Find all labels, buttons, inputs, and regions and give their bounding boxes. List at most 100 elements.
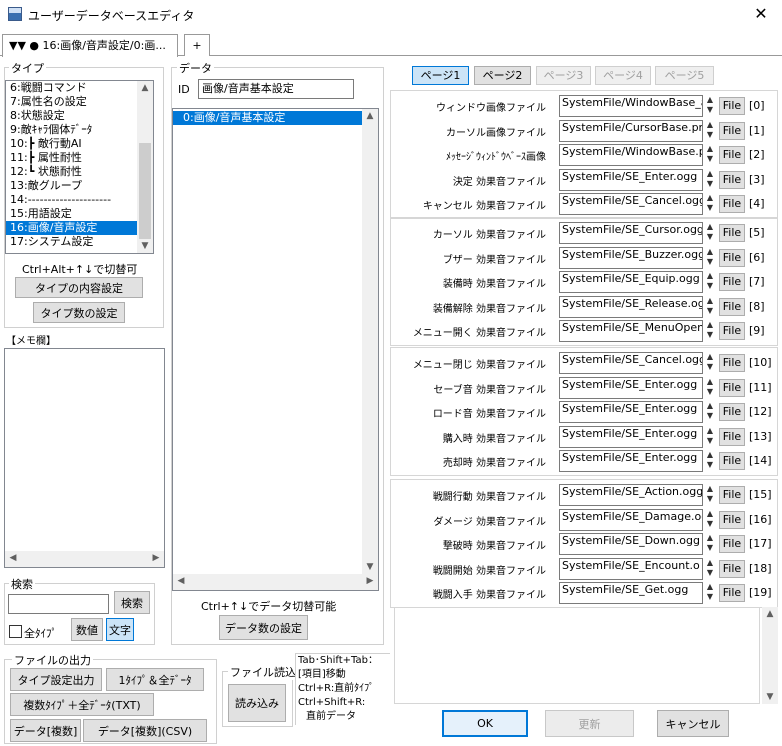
multi-type-all-data-txt-button[interactable]: 複数ﾀｲﾌﾟ＋全ﾃﾞｰﾀ(TXT) [10, 693, 154, 716]
type-list-item[interactable]: 15:用語設定 [6, 207, 137, 221]
file-browse-button[interactable]: File [719, 510, 745, 529]
field-value-input[interactable]: SystemFile/SE_Enter.ogg [559, 450, 703, 473]
data-multi-button[interactable]: データ[複数] [10, 719, 81, 742]
close-icon[interactable]: ✕ [748, 3, 774, 25]
field-value-input[interactable]: SystemFile/SE_Action.ogg [559, 484, 703, 506]
type-list-item[interactable]: 7:属性名の設定 [6, 95, 137, 109]
type-list[interactable]: 6:戦闘コマンド 7:属性名の設定 8:状態設定 9:敵ｷｬﾗ個体ﾃﾞｰﾀ 10:┣ 敵… [5, 80, 154, 254]
page-tab-3[interactable]: ページ3 [536, 66, 591, 85]
all-types-checkbox[interactable] [9, 625, 22, 638]
data-list-scrollbar[interactable]: ▲ ▼ [362, 109, 378, 574]
field-value-input[interactable]: SystemFile/WindowBase.p [559, 144, 703, 167]
spin-updown-icon[interactable]: ▲ ▼ [703, 193, 717, 215]
search-button[interactable]: 検索 [114, 591, 150, 614]
memo-textarea[interactable]: ◀ ▶ [4, 348, 165, 568]
scroll-left-icon[interactable]: ◀ [173, 576, 189, 586]
scroll-thumb[interactable] [139, 143, 151, 239]
field-value-input[interactable]: SystemFile/SE_Enter.ogg [559, 376, 703, 399]
file-browse-button[interactable]: File [719, 535, 745, 554]
field-value-input[interactable]: SystemFile/SE_Cancel.ogg [559, 352, 703, 374]
field-value-input[interactable]: SystemFile/SE_Equip.ogg [559, 271, 703, 294]
add-tab-button[interactable]: + [184, 34, 210, 56]
field-value-input[interactable]: SystemFile/SE_Cancel.ogg [559, 193, 703, 216]
spin-updown-icon[interactable]: ▲ ▼ [703, 296, 717, 318]
field-value-input[interactable]: SystemFile/SE_Enter.ogg [559, 401, 703, 424]
search-input[interactable] [8, 594, 109, 614]
spin-updown-icon[interactable]: ▲ ▼ [703, 450, 717, 472]
type-list-item[interactable]: 9:敵ｷｬﾗ個体ﾃﾞｰﾀ [6, 123, 137, 137]
spin-updown-icon[interactable]: ▲ ▼ [703, 144, 717, 166]
type-list-item[interactable]: 12:┗ 状態耐性 [6, 165, 137, 179]
type-count-settings-button[interactable]: タイプ数の設定 [33, 302, 125, 323]
spin-updown-icon[interactable]: ▲ ▼ [703, 582, 717, 604]
page-tab-5[interactable]: ページ5 [655, 66, 714, 85]
tab-current[interactable]: ▼▼ ● 16:画像/音声設定/0:画... [2, 34, 178, 57]
data-name-input[interactable]: 画像/音声基本設定 [198, 79, 354, 99]
file-browse-button[interactable]: File [719, 97, 745, 115]
type-list-item[interactable]: 13:敵グループ [6, 179, 137, 193]
description-scrollbar[interactable]: ▲ ▼ [762, 607, 778, 704]
scroll-right-icon[interactable]: ▶ [148, 553, 164, 563]
field-value-input[interactable]: SystemFile/SE_Enter.ogg [559, 168, 703, 191]
page-tab-4[interactable]: ページ4 [595, 66, 651, 85]
file-browse-button[interactable]: File [719, 121, 745, 140]
memo-horizontal-scrollbar[interactable]: ◀ ▶ [5, 551, 164, 567]
field-value-input[interactable]: SystemFile/SE_Enter.ogg [559, 425, 703, 448]
file-browse-button[interactable]: File [719, 146, 745, 165]
type-list-item[interactable]: 16:画像/音声設定 [6, 221, 137, 235]
type-settings-output-button[interactable]: タイプ設定出力 [10, 668, 102, 691]
text-search-button[interactable]: 文字 [106, 618, 134, 641]
spin-updown-icon[interactable]: ▲ ▼ [703, 377, 717, 399]
type-list-item[interactable]: 8:状態設定 [6, 109, 137, 123]
ok-button[interactable]: OK [442, 710, 528, 737]
file-browse-button[interactable]: File [719, 486, 745, 504]
scroll-up-icon[interactable]: ▲ [362, 111, 378, 121]
field-value-input[interactable]: SystemFile/SE_Get.ogg [559, 582, 703, 605]
spin-updown-icon[interactable]: ▲ ▼ [703, 320, 717, 342]
data-list-item[interactable]: 0:画像/音声基本設定 [173, 111, 362, 125]
field-value-input[interactable]: SystemFile/SE_Buzzer.ogg [559, 246, 703, 269]
scroll-down-icon[interactable]: ▼ [362, 562, 378, 572]
file-browse-button[interactable]: File [719, 427, 745, 446]
file-browse-button[interactable]: File [719, 403, 745, 422]
scroll-down-icon[interactable]: ▼ [762, 692, 778, 702]
spin-updown-icon[interactable]: ▲ ▼ [703, 247, 717, 269]
spin-updown-icon[interactable]: ▲ ▼ [703, 352, 717, 374]
field-value-input[interactable]: SystemFile/SE_Cursor.ogg [559, 222, 703, 244]
spin-updown-icon[interactable]: ▲ ▼ [703, 222, 717, 244]
scroll-down-icon[interactable]: ▼ [137, 241, 153, 251]
spin-updown-icon[interactable]: ▲ ▼ [703, 169, 717, 191]
file-browse-button[interactable]: File [719, 322, 745, 341]
scroll-left-icon[interactable]: ◀ [5, 553, 21, 563]
spin-updown-icon[interactable]: ▲ ▼ [703, 426, 717, 448]
spin-updown-icon[interactable]: ▲ ▼ [703, 271, 717, 293]
type-list-item[interactable]: 6:戦闘コマンド [6, 81, 137, 95]
file-browse-button[interactable]: File [719, 170, 745, 189]
scroll-up-icon[interactable]: ▲ [137, 83, 153, 93]
file-browse-button[interactable]: File [719, 297, 745, 316]
type-list-item[interactable]: 11:┣ 属性耐性 [6, 151, 137, 165]
type-list-item[interactable]: 14:--------------------- [6, 193, 137, 207]
numeric-search-button[interactable]: 数値 [71, 618, 103, 641]
page-tab-2[interactable]: ページ2 [474, 66, 531, 85]
file-browse-button[interactable]: File [719, 378, 745, 397]
file-browse-button[interactable]: File [719, 584, 745, 603]
page-tab-1[interactable]: ページ1 [412, 66, 469, 85]
file-browse-button[interactable]: File [719, 195, 745, 214]
file-browse-button[interactable]: File [719, 224, 745, 242]
field-value-input[interactable]: SystemFile/SE_Release.og [559, 295, 703, 318]
scroll-up-icon[interactable]: ▲ [762, 609, 778, 619]
cancel-button[interactable]: キャンセル [657, 710, 729, 737]
spin-updown-icon[interactable]: ▲ ▼ [703, 484, 717, 506]
spin-updown-icon[interactable]: ▲ ▼ [703, 509, 717, 531]
data-list-horizontal-scrollbar[interactable]: ◀ ▶ [173, 574, 378, 590]
type-list-scrollbar[interactable]: ▲ ▼ [137, 81, 153, 253]
file-browse-button[interactable]: File [719, 452, 745, 471]
file-browse-button[interactable]: File [719, 559, 745, 578]
data-multi-csv-button[interactable]: データ[複数](CSV) [83, 719, 207, 742]
data-list[interactable]: 0:画像/音声基本設定 ▲ ▼ ◀ ▶ [172, 108, 379, 591]
field-value-input[interactable]: SystemFile/SE_MenuOpen [559, 320, 703, 343]
type-content-settings-button[interactable]: タイプの内容設定 [15, 277, 143, 298]
one-type-all-data-button[interactable]: 1ﾀｲﾌﾟ＆全ﾃﾞｰﾀ [106, 668, 204, 691]
spin-updown-icon[interactable]: ▲ ▼ [703, 401, 717, 423]
